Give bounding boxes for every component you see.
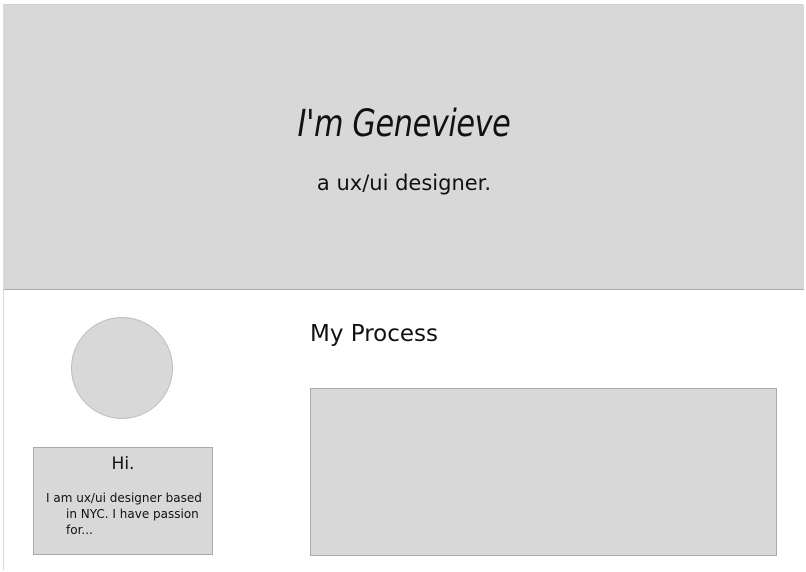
hero-title: I'm Genevieve <box>297 102 511 145</box>
process-title: My Process <box>310 321 439 347</box>
intro-card: Hi. I am ux/ui designer based in NYC. I … <box>33 447 213 555</box>
process-image-placeholder <box>310 388 777 556</box>
hero-banner: I'm Genevieve a ux/ui designer. <box>4 5 804 290</box>
avatar-placeholder <box>71 317 173 419</box>
intro-heading: Hi. <box>111 454 135 474</box>
hero-subtitle: a ux/ui designer. <box>316 171 492 195</box>
page-canvas: I'm Genevieve a ux/ui designer. Hi. I am… <box>0 0 806 572</box>
portfolio-page: I'm Genevieve a ux/ui designer. Hi. I am… <box>3 4 804 570</box>
intro-text: I am ux/ui designer based in NYC. I have… <box>46 491 202 537</box>
